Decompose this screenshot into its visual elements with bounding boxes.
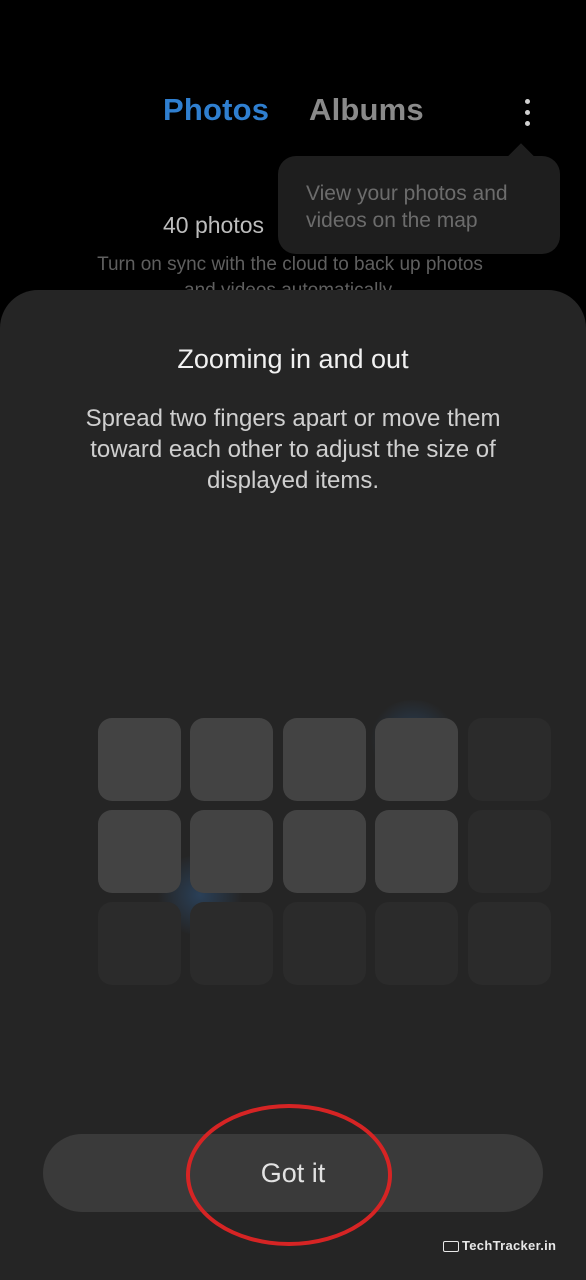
grid-tile	[190, 718, 273, 801]
grid-tile	[375, 902, 458, 985]
grid-tile	[375, 718, 458, 801]
top-bar: Photos Albums	[0, 0, 586, 150]
grid-tile	[375, 810, 458, 893]
grid-tile	[98, 718, 181, 801]
grid-tile	[468, 810, 551, 893]
grid-tile	[283, 810, 366, 893]
grid-tile	[98, 902, 181, 985]
grid-tile	[190, 810, 273, 893]
sync-message: Turn on sync with the cloud to back up p…	[97, 254, 483, 292]
grid-tile	[468, 718, 551, 801]
watermark-logo-icon	[443, 1241, 459, 1253]
tab-albums[interactable]: Albums	[309, 92, 424, 128]
grid-tile	[98, 810, 181, 893]
grid-tile	[468, 902, 551, 985]
grid-tile	[283, 718, 366, 801]
more-options-icon[interactable]	[514, 96, 542, 130]
tooltip-text: View your photos and videos on the map	[306, 182, 508, 232]
highlight-circle	[186, 1104, 392, 1246]
zoom-tutorial-sheet: Zooming in and out Spread two fingers ap…	[0, 290, 586, 1280]
grid-tile	[283, 902, 366, 985]
grid-tile	[190, 902, 273, 985]
map-tooltip[interactable]: View your photos and videos on the map	[278, 156, 560, 254]
watermark-text: TechTracker.in	[462, 1238, 557, 1253]
watermark: TechTracker.in	[443, 1238, 556, 1253]
tab-photos[interactable]: Photos	[163, 92, 269, 128]
photo-count: 40 photos	[163, 212, 265, 238]
